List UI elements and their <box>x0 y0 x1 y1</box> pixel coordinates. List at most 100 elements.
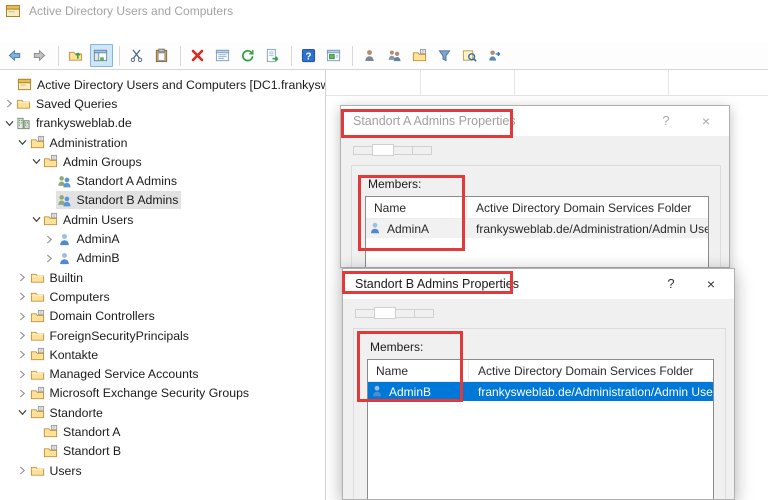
members-column-name[interactable]: Name <box>366 197 467 218</box>
toolbar-button-back[interactable] <box>4 44 27 67</box>
tree-item-microsoft-exchange-security-groups[interactable]: Microsoft Exchange Security Groups <box>0 384 325 403</box>
tree-item-standort-a-admins[interactable]: Standort A Admins <box>0 171 325 190</box>
newgroup-icon <box>387 48 404 64</box>
member-row-admina[interactable]: AdminA frankysweblab.de/Administration/A… <box>366 219 708 238</box>
toolbar-button-show-console-tree[interactable] <box>90 44 113 67</box>
dialog-tabs <box>355 307 434 319</box>
toolbar-button-up-one-level[interactable] <box>65 44 88 67</box>
expander-icon[interactable] <box>17 349 29 361</box>
toolbar-button-help[interactable]: ? <box>298 44 321 67</box>
ou-icon <box>30 308 47 324</box>
toolbar-button-refresh[interactable] <box>237 44 260 67</box>
tab-members[interactable] <box>374 307 396 319</box>
tree-item-admin-groups[interactable]: Admin Groups <box>0 152 325 171</box>
expander-icon[interactable] <box>4 79 16 91</box>
toolbar-button-properties[interactable] <box>212 44 235 67</box>
expander-icon[interactable] <box>30 156 42 168</box>
paste-icon <box>154 48 171 64</box>
menu-item-view[interactable] <box>32 30 48 34</box>
tab-member-of[interactable] <box>395 309 415 318</box>
members-column-folder[interactable]: Active Directory Domain Services Folder <box>467 201 708 215</box>
expander-icon[interactable] <box>3 117 15 129</box>
tree-item-adminb[interactable]: AdminB <box>0 249 325 268</box>
tree-item-managed-service-accounts[interactable]: Managed Service Accounts <box>0 364 325 383</box>
tree-item-standort-a[interactable]: Standort A <box>0 422 325 441</box>
expander-icon[interactable] <box>44 175 56 187</box>
tree-item-admina[interactable]: AdminA <box>0 229 325 248</box>
tree-item-saved-queries[interactable]: Saved Queries <box>0 94 325 113</box>
tree-item-frankysweblab-de[interactable]: frankysweblab.de <box>0 114 325 133</box>
help-icon: ? <box>301 48 318 64</box>
toolbar-button-properties-window[interactable] <box>323 44 346 67</box>
toolbar-button-paste[interactable] <box>151 44 174 67</box>
toolbar-button-delegate-control[interactable] <box>484 44 507 67</box>
column-header-description[interactable] <box>515 70 669 95</box>
tab-general[interactable] <box>353 146 373 155</box>
column-header-type[interactable] <box>421 70 515 95</box>
console-icon <box>5 3 21 19</box>
members-rows: AdminB frankysweblab.de/Administration/A… <box>368 382 713 401</box>
folder-icon <box>30 463 47 479</box>
expander-icon[interactable] <box>17 272 29 284</box>
close-icon[interactable]: × <box>700 276 722 292</box>
member-row-adminb[interactable]: AdminB frankysweblab.de/Administration/A… <box>368 382 713 401</box>
tree-item-domain-controllers[interactable]: Domain Controllers <box>0 307 325 326</box>
expander-icon[interactable] <box>17 387 29 399</box>
tree-item-standort-b[interactable]: Standort B <box>0 442 325 461</box>
help-button[interactable]: ? <box>655 113 677 128</box>
menu-item-help[interactable] <box>48 30 64 34</box>
toolbar-button-forward[interactable] <box>29 44 52 67</box>
toolbar-button-new-group[interactable] <box>384 44 407 67</box>
expander-icon[interactable] <box>30 445 42 457</box>
toolbar-separator <box>119 45 120 66</box>
tab-members[interactable] <box>372 144 394 156</box>
tree-item-computers[interactable]: Computers <box>0 287 325 306</box>
expander-icon[interactable] <box>17 330 29 342</box>
members-column-folder[interactable]: Active Directory Domain Services Folder <box>469 364 713 378</box>
toolbar-button-filter[interactable] <box>434 44 457 67</box>
expander-icon[interactable] <box>17 407 29 419</box>
toolbar-button-find-objects[interactable] <box>459 44 482 67</box>
tree-item-standorte[interactable]: Standorte <box>0 403 325 422</box>
tree-item-admin-users[interactable]: Admin Users <box>0 210 325 229</box>
members-column-name[interactable]: Name <box>368 360 469 381</box>
menu-item-file[interactable] <box>0 30 16 34</box>
tree-item-builtin[interactable]: Builtin <box>0 268 325 287</box>
tree-item-active-directory-users-and-computers-dc1-frankysweblab-de[interactable]: Active Directory Users and Computers [DC… <box>0 75 325 94</box>
expander-icon[interactable] <box>17 291 29 303</box>
expander-icon[interactable] <box>17 137 29 149</box>
folder-icon <box>30 289 47 305</box>
toolbar-button-cut[interactable] <box>126 44 149 67</box>
expander-icon[interactable] <box>3 98 15 110</box>
toolbar-button-new-user[interactable] <box>359 44 382 67</box>
toolbar-separator <box>58 45 59 66</box>
toolbar-separator <box>352 45 353 66</box>
expander-icon[interactable] <box>30 426 42 438</box>
column-header[interactable] <box>669 70 768 95</box>
tree-item-users[interactable]: Users <box>0 461 325 480</box>
tree-item-standort-b-admins[interactable]: Standort B Admins <box>0 191 325 210</box>
menu-item-action[interactable] <box>16 30 32 34</box>
expander-icon[interactable] <box>17 368 29 380</box>
tree-item-administration[interactable]: Administration <box>0 133 325 152</box>
close-icon[interactable]: × <box>695 113 717 129</box>
expander-icon[interactable] <box>44 194 56 206</box>
toolbar-button-new-ou[interactable] <box>409 44 432 67</box>
help-button[interactable]: ? <box>660 276 682 291</box>
expander-icon[interactable] <box>17 310 29 322</box>
tab-managed-by[interactable] <box>414 309 434 318</box>
toolbar-button-export-list[interactable] <box>262 44 285 67</box>
toolbar-button-delete[interactable] <box>187 44 210 67</box>
expander-icon[interactable] <box>17 465 29 477</box>
ou-icon <box>30 405 47 421</box>
expander-icon[interactable] <box>44 252 56 264</box>
tree-item-kontakte[interactable]: Kontakte <box>0 345 325 364</box>
upfolder-icon <box>68 48 85 64</box>
expander-icon[interactable] <box>44 233 56 245</box>
expander-icon[interactable] <box>30 214 42 226</box>
tab-general[interactable] <box>355 309 375 318</box>
tree-item-foreignsecurityprincipals[interactable]: ForeignSecurityPrincipals <box>0 326 325 345</box>
tab-member-of[interactable] <box>393 146 413 155</box>
tab-managed-by[interactable] <box>412 146 432 155</box>
column-header-name[interactable] <box>326 70 421 95</box>
